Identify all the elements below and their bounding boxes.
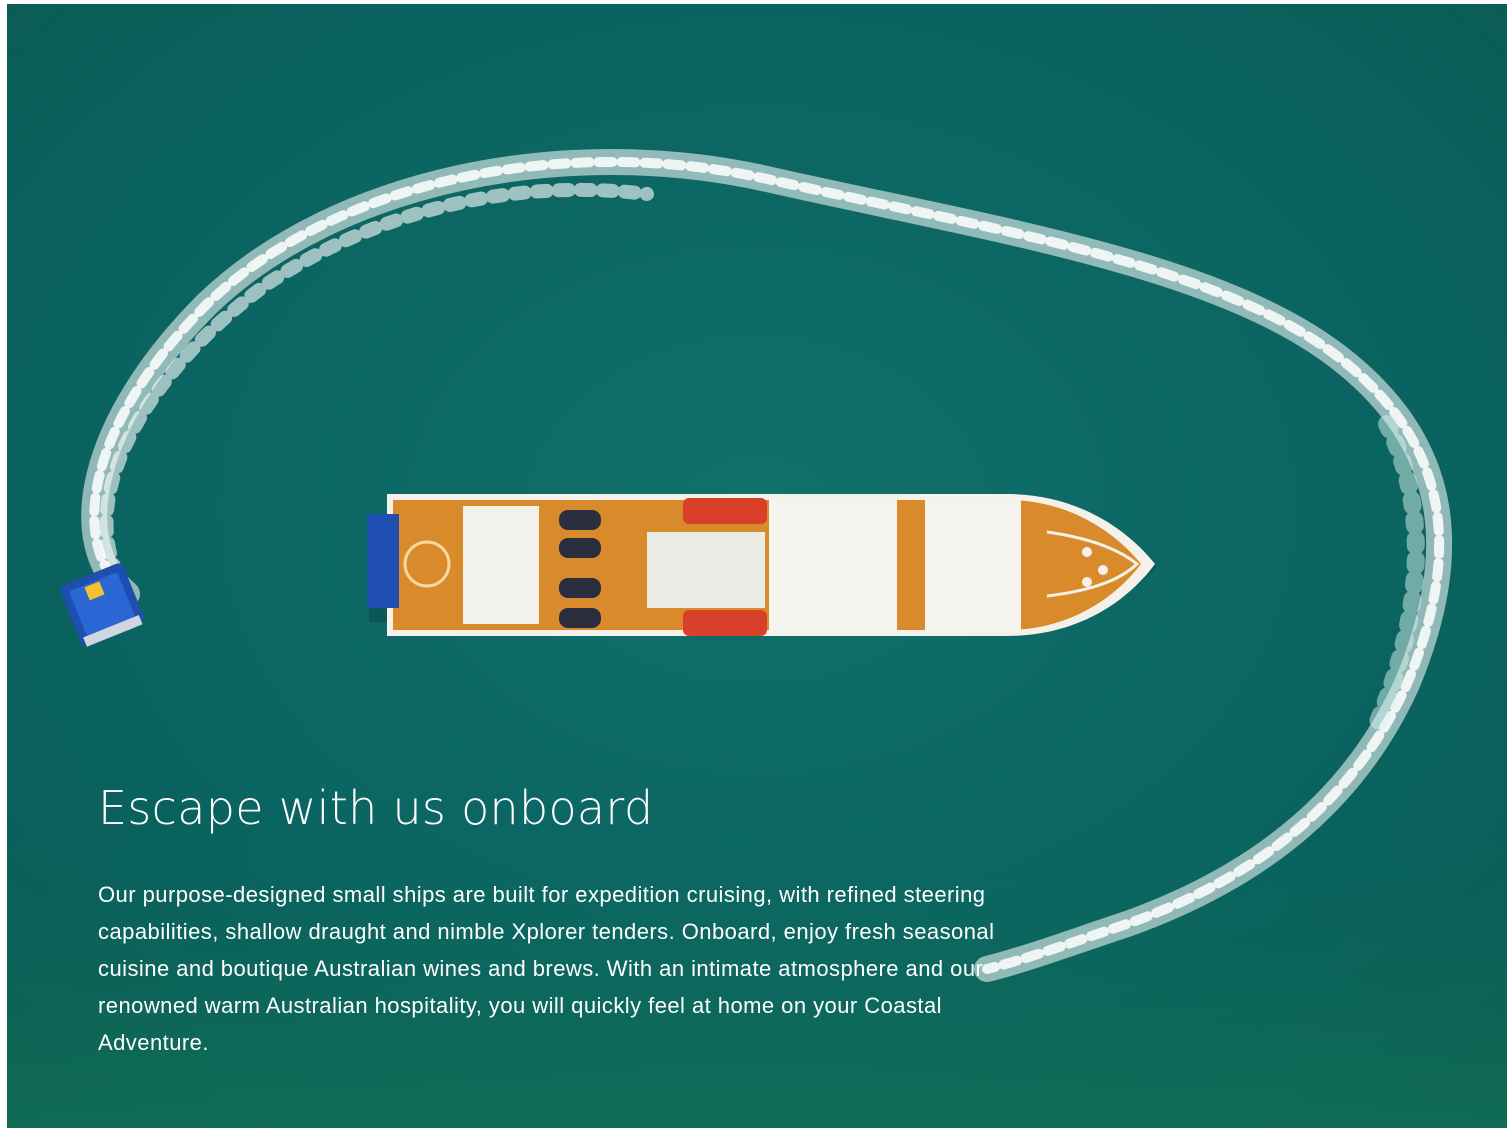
page-title: Escape with us onboard bbox=[98, 781, 654, 835]
aerial-ocean-photo: Escape with us onboard Our purpose-desig… bbox=[7, 4, 1507, 1128]
expedition-ship-icon bbox=[367, 494, 1157, 636]
brochure-page: Escape with us onboard Our purpose-desig… bbox=[0, 0, 1510, 1133]
intro-paragraph: Our purpose-designed small ships are bui… bbox=[98, 882, 995, 1055]
